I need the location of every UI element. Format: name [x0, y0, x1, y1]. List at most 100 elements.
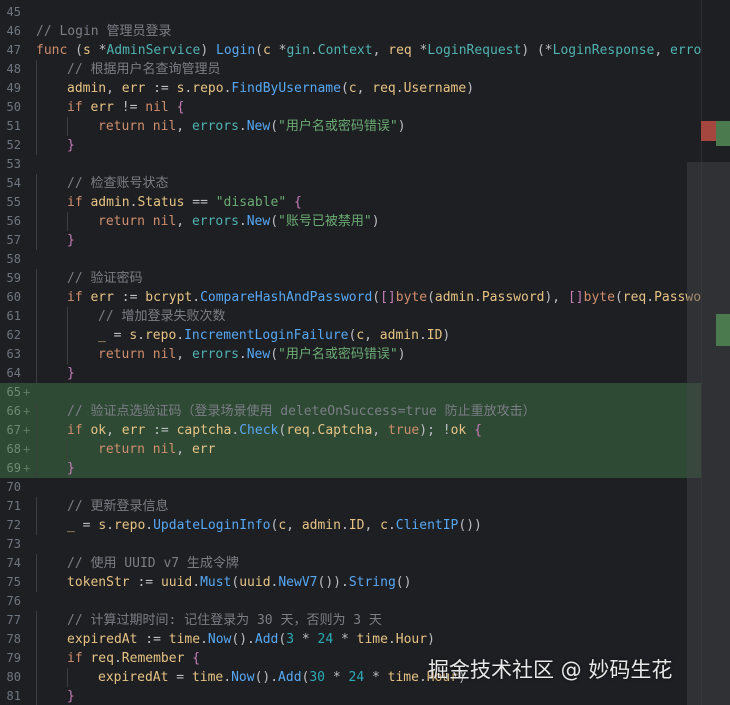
indent-guide [36, 630, 37, 649]
line-number: 46 [6, 24, 21, 38]
code-token: errors [191, 119, 239, 134]
code-token: , [176, 119, 192, 134]
minimap-change-marker [716, 121, 730, 146]
indent-guide [36, 611, 37, 630]
code-line[interactable]: 71 // 更新登录信息 [0, 497, 701, 516]
line-number: 47 [6, 43, 21, 57]
code-editor[interactable]: 45 46// Login 管理员登录 47 func (s *AdminServic… [0, 0, 730, 705]
code-token: c [380, 518, 388, 533]
code-text: // 根据用户名查询管理员 [67, 60, 220, 79]
code-token: expiredAt [67, 632, 138, 647]
code-line[interactable]: 51 return nil, errors.New("用户名或密码错误") [0, 117, 701, 136]
code-line[interactable]: 75 tokenStr := uuid.Must(uuid.NewV7()).St… [0, 573, 701, 592]
code-line[interactable]: 48 // 根据用户名查询管理员 [0, 60, 701, 79]
code-token: , [176, 442, 192, 457]
code-line[interactable]: 81} [0, 687, 701, 705]
code-line[interactable]: 61 // 增加登录失败次数 [0, 307, 701, 326]
code-token: ) [371, 214, 380, 229]
minimap-viewport-thumb[interactable] [687, 162, 730, 705]
code-line[interactable]: 58 [0, 250, 701, 269]
line-number: 60 [6, 290, 21, 304]
code-line[interactable]: 54 // 检查账号状态 [0, 174, 701, 193]
code-text: return nil, err [98, 440, 215, 459]
code-token: Add [278, 670, 302, 685]
code-token: New [246, 214, 271, 229]
code-token: New [246, 119, 271, 134]
code-token: . [646, 290, 655, 305]
code-token: . [192, 290, 201, 305]
code-line-added[interactable]: 65 + [0, 383, 701, 402]
line-number: 52 [6, 138, 21, 152]
watermark-text: 掘金技术社区 @ 妙码生花 [428, 658, 673, 682]
line-number: 67 [6, 423, 21, 437]
code-line[interactable]: 46 // Login 管理员登录 [0, 22, 701, 41]
code-line[interactable]: 73 [0, 535, 701, 554]
code-line[interactable]: 77 // 计算过期时间: 记住登录为 30 天，否则为 3 天 [0, 611, 701, 630]
code-line[interactable]: 57} [0, 231, 701, 250]
indent-guide [36, 231, 37, 250]
code-token: ( [67, 43, 83, 58]
code-token: := [137, 632, 169, 647]
indent-guide [36, 60, 37, 79]
code-line-added[interactable]: 68 + return nil, err [0, 440, 701, 459]
code-line[interactable]: 50 if err != nil { [0, 98, 701, 117]
code-line[interactable]: 63 return nil, errors.New("用户名或密码错误") [0, 345, 701, 364]
code-token: req [286, 423, 310, 438]
code-line[interactable]: 55 if admin.Status == "disable" { [0, 193, 701, 212]
code-token: . [106, 518, 114, 533]
code-token: 24 [348, 670, 365, 685]
code-text: } [67, 231, 75, 250]
code-token: := [145, 81, 177, 96]
line-number: 62 [6, 328, 21, 342]
code-line[interactable]: 47 func (s *AdminService) Login(c *gin.Co… [0, 41, 701, 60]
code-text: tokenStr := uuid.Must(uuid.NewV7()).Stri… [67, 573, 411, 592]
code-token: if [67, 290, 83, 305]
code-token: err [121, 81, 146, 96]
code-line[interactable]: 70 [0, 478, 701, 497]
code-line[interactable]: 53 [0, 155, 701, 174]
code-line[interactable]: 60 if err := bcrypt.CompareHashAndPasswor… [0, 288, 701, 307]
code-token: } [67, 233, 75, 248]
code-area[interactable]: 45 46// Login 管理员登录 47 func (s *AdminServic… [0, 0, 701, 705]
code-line-added[interactable]: 66 + // 验证点选验证码（登录场景使用 deleteOnSuccess=tru… [0, 402, 701, 421]
code-line[interactable]: 74 // 使用 UUID v7 生成令牌 [0, 554, 701, 573]
code-line[interactable]: 62 _ = s.repo.IncrementLoginFailure(c, ad… [0, 326, 701, 345]
code-token: . [113, 651, 122, 666]
code-token: ( [278, 632, 287, 647]
code-line[interactable]: 52} [0, 136, 701, 155]
code-line[interactable]: 64} [0, 364, 701, 383]
line-number: 81 [6, 689, 21, 703]
code-token: . [474, 290, 482, 305]
code-token: } [67, 461, 75, 476]
code-token: ( [270, 119, 279, 134]
code-token: (). [231, 632, 255, 647]
code-token: ); ! [419, 423, 451, 438]
code-token: Now [231, 670, 255, 685]
code-token: return [98, 347, 145, 362]
line-number: 76 [6, 594, 21, 608]
code-line[interactable]: 76 [0, 592, 701, 611]
code-line-added[interactable]: 67 + if ok, err := captcha.Check(req.Captc… [0, 421, 701, 440]
code-line[interactable]: 56 return nil, errors.New("账号已被禁用") [0, 212, 701, 231]
code-token: repo [144, 328, 177, 343]
indent-guide [36, 364, 37, 383]
code-line[interactable]: 59 // 验证密码 [0, 269, 701, 288]
code-text: // 增加登录失败次数 [98, 307, 225, 326]
code-token: ClientIP [395, 518, 459, 533]
code-token: c [348, 81, 357, 96]
line-number: 54 [6, 176, 21, 190]
code-token: } [67, 689, 75, 704]
code-line[interactable]: 78 expiredAt := time.Now().Add(3 * 24 * t… [0, 630, 701, 649]
code-token: * [411, 43, 428, 58]
code-line[interactable]: 45 [0, 3, 701, 22]
code-token: ) [397, 119, 406, 134]
line-number: 57 [6, 233, 21, 247]
indent-guide [67, 117, 68, 136]
line-number: 50 [6, 100, 21, 114]
code-token: req [622, 290, 647, 305]
code-line[interactable]: 49 admin, err := s.repo.FindByUsername(c,… [0, 79, 701, 98]
code-line[interactable]: 72 _ = s.repo.UpdateLoginInfo(c, admin.ID… [0, 516, 701, 535]
code-token: Login [216, 43, 256, 58]
code-line-added[interactable]: 69 +} [0, 459, 701, 478]
